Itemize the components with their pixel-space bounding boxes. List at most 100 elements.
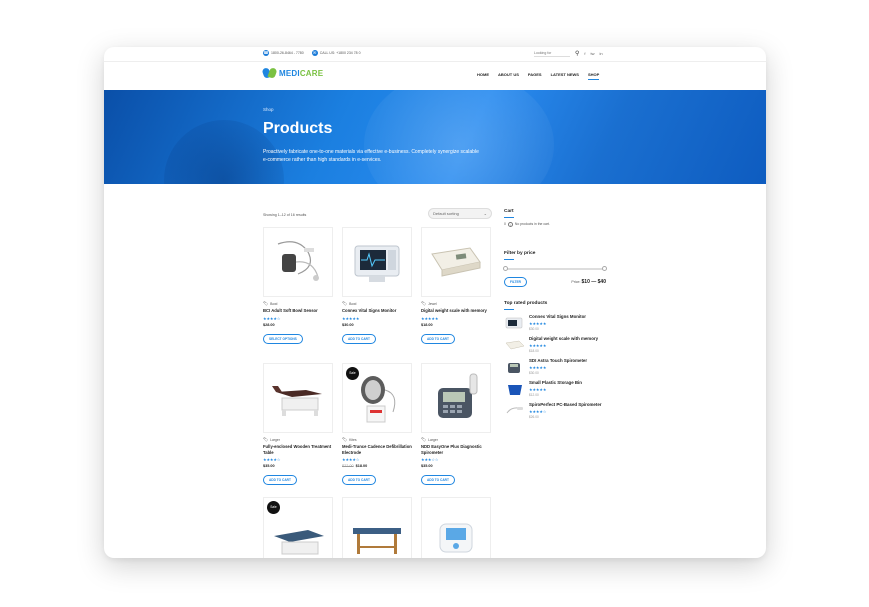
- product-name[interactable]: Digital weight scale with memory: [421, 308, 491, 314]
- top-rated-name[interactable]: Digital weight scale with memory: [529, 336, 598, 342]
- product-card[interactable]: 🏷 Bowl Connex Vital Signs Monitor ★★★★★ $…: [342, 227, 412, 345]
- monitor-icon: [505, 317, 522, 329]
- top-rated-name[interactable]: Connex Vital Signs Monitor: [529, 314, 586, 320]
- top-rated-title: Top rated products: [504, 301, 609, 310]
- product-image[interactable]: Sale: [342, 363, 412, 433]
- product-name[interactable]: NDD EasyOne Plus Diagnostic Spirometer: [421, 444, 491, 455]
- product-name[interactable]: Fully-enclosed Wooden Treatment Table: [263, 444, 333, 455]
- nav-pages[interactable]: PAGES: [528, 72, 542, 77]
- top-rated-image[interactable]: [504, 358, 525, 375]
- top-rated-item[interactable]: SDI Astra Touch Spirometer ★★★★★ $30.00: [504, 358, 609, 375]
- product-category[interactable]: Bowl: [270, 302, 277, 306]
- product-name[interactable]: BCI Adult Soft Bowl Sensor: [263, 308, 333, 314]
- product-rating: ★★★★☆: [263, 457, 281, 462]
- product-category[interactable]: Larger: [428, 438, 438, 442]
- nav-shop[interactable]: SHOP: [587, 72, 600, 80]
- topbar-email[interactable]: ✉ CALL US: +1800 234 78 0: [311, 50, 361, 56]
- product-card[interactable]: 🏷 Jewel Digital weight scale with memory …: [421, 227, 491, 345]
- product-category[interactable]: Kites: [349, 438, 357, 442]
- product-card[interactable]: [342, 497, 412, 558]
- spirometer-icon: [438, 373, 478, 418]
- info-icon: i: [507, 221, 513, 227]
- select-options-button[interactable]: SELECT OPTIONS: [263, 333, 303, 344]
- product-card[interactable]: 🏷 Bowl BCI Adult Soft Bowl Sensor ★★★★☆ $…: [263, 227, 333, 345]
- product-image[interactable]: [421, 227, 491, 297]
- product-price: $18.00: [421, 322, 433, 327]
- product-image[interactable]: Sale: [263, 497, 333, 558]
- product-rating: ★★★★☆: [263, 315, 281, 321]
- top-rated-image[interactable]: [504, 336, 525, 353]
- sale-badge: Sale: [267, 501, 280, 514]
- twitter-icon[interactable]: tw: [591, 51, 595, 56]
- product-card[interactable]: 🏷 Larger NDD EasyOne Plus Diagnostic Spir…: [421, 363, 491, 486]
- top-rated-name[interactable]: SpiroPerfect PC-Based Spirometer: [529, 402, 601, 408]
- product-image[interactable]: [421, 497, 491, 558]
- site-logo[interactable]: MEDICARE: [261, 67, 323, 79]
- product-card[interactable]: Sale 🏷 Kites Medi-Trance Cadence Defibril…: [342, 363, 412, 486]
- product-card[interactable]: 🏷 Larger Fully-enclosed Wooden Treatment …: [263, 363, 333, 486]
- nav-home[interactable]: HOME: [477, 72, 489, 77]
- blood-pressure-monitor-icon: [439, 523, 473, 553]
- search-input[interactable]: [534, 50, 570, 57]
- scale-icon: [505, 340, 524, 350]
- product-category[interactable]: Larger: [270, 438, 280, 442]
- product-price: $30.00: [342, 322, 354, 327]
- top-rated-image[interactable]: [504, 380, 525, 397]
- cart-empty-text: No products in the cart.: [514, 222, 550, 227]
- topbar: ☎ 1800-26-8464 - 7780 ✉ CALL US: +1800 2…: [104, 47, 766, 62]
- top-rated-image[interactable]: [504, 314, 525, 331]
- top-rated-item[interactable]: Digital weight scale with memory ★★★★★ $…: [504, 336, 609, 353]
- price-slider-max-handle[interactable]: [602, 266, 607, 272]
- facebook-icon[interactable]: f: [584, 51, 585, 56]
- add-to-cart-button[interactable]: ADD TO CART: [421, 475, 455, 485]
- product-name[interactable]: Connex Vital Signs Monitor: [342, 308, 412, 314]
- cart-status[interactable]: 0 i No products in the cart.: [504, 221, 609, 227]
- filter-button[interactable]: FILTER: [504, 276, 527, 287]
- top-rated-rating: ★★★★★: [529, 343, 547, 349]
- top-rated-rating: ★★★★★: [529, 365, 547, 371]
- topbar-divider: [104, 61, 766, 62]
- nav-about-us[interactable]: ABOUT US: [498, 72, 519, 77]
- product-image[interactable]: [263, 363, 333, 433]
- spirometer-icon: [507, 362, 520, 373]
- add-to-cart-button[interactable]: ADD TO CART: [342, 333, 376, 344]
- price-slider[interactable]: [503, 266, 607, 272]
- main-nav: HOME ABOUT US PAGES LATEST NEWS SHOP: [477, 72, 600, 80]
- product-image[interactable]: [342, 497, 412, 558]
- email-text: CALL US: +1800 234 78 0: [319, 51, 361, 55]
- search-icon[interactable]: ⚲: [575, 50, 579, 57]
- product-category[interactable]: Jewel: [428, 302, 437, 306]
- tag-icon: 🏷: [263, 437, 269, 442]
- hero-banner: Shop Products Proactively fabricate one-…: [104, 90, 766, 184]
- product-name[interactable]: Medi-Trance Cadence Defibrillation Elect…: [342, 444, 412, 455]
- top-rated-name[interactable]: Small Plastic Storage Bin: [529, 380, 582, 386]
- product-category[interactable]: Bowl: [349, 302, 356, 306]
- product-image[interactable]: [263, 227, 333, 297]
- nav-latest-news[interactable]: LATEST NEWS: [551, 72, 579, 77]
- page-description: Proactively fabricate one-to-one materia…: [263, 149, 479, 163]
- add-to-cart-button[interactable]: ADD TO CART: [421, 333, 455, 344]
- top-rated-price: $30.00: [529, 327, 539, 332]
- topbar-phone[interactable]: ☎ 1800-26-8464 - 7780: [263, 50, 304, 56]
- price-slider-min-handle[interactable]: [503, 266, 508, 272]
- price-slider-track: [504, 267, 606, 270]
- sort-select[interactable]: Default sorting ⌄: [428, 208, 492, 219]
- linkedin-icon[interactable]: in: [600, 51, 603, 56]
- product-image[interactable]: [421, 363, 491, 433]
- top-rated-image[interactable]: [504, 402, 525, 419]
- add-to-cart-button[interactable]: ADD TO CART: [263, 475, 297, 485]
- product-card[interactable]: [421, 497, 491, 558]
- top-rated-item[interactable]: SpiroPerfect PC-Based Spirometer ★★★★☆ $…: [504, 402, 609, 419]
- sort-label: Default sorting: [433, 211, 459, 216]
- breadcrumb[interactable]: Shop: [263, 107, 274, 112]
- cart-count: 0: [504, 222, 506, 227]
- top-rated-item[interactable]: Connex Vital Signs Monitor ★★★★★ $30.00: [504, 314, 609, 331]
- product-image[interactable]: [342, 227, 412, 297]
- add-to-cart-button[interactable]: ADD TO CART: [342, 475, 376, 485]
- sale-badge: Sale: [346, 367, 359, 380]
- top-rated-rating: ★★★★☆: [529, 409, 547, 415]
- top-rated-name[interactable]: SDI Astra Touch Spirometer: [529, 358, 587, 364]
- product-card[interactable]: Sale: [263, 497, 333, 558]
- product-price: $35.00: [263, 464, 275, 468]
- top-rated-item[interactable]: Small Plastic Storage Bin ★★★★★ $12.00: [504, 380, 609, 397]
